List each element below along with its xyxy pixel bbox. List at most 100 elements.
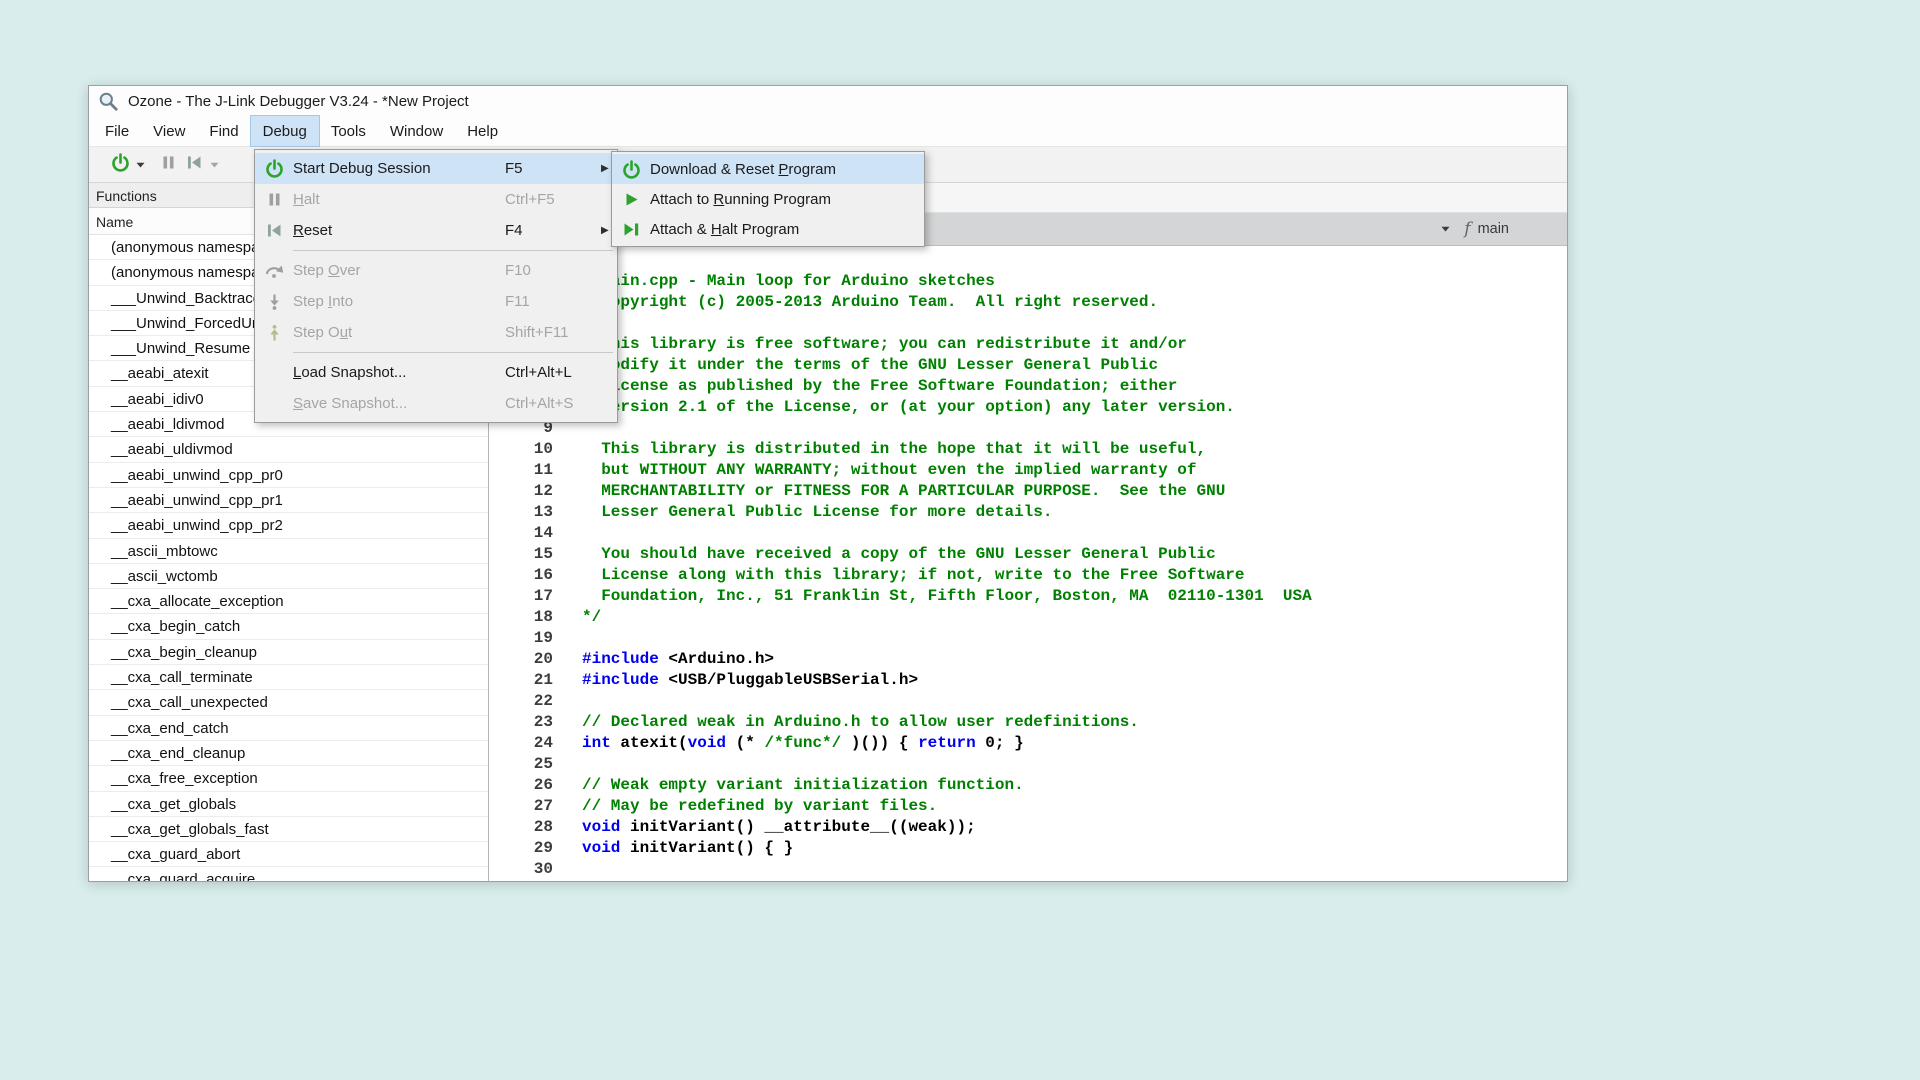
function-row[interactable]: __cxa_end_catch xyxy=(89,716,488,741)
code-line[interactable]: 12 MERCHANTABILITY or FITNESS FOR A PART… xyxy=(489,481,1567,502)
code-line[interactable]: 18*/ xyxy=(489,607,1567,628)
menubar-item-window[interactable]: Window xyxy=(378,116,455,146)
function-row[interactable]: __cxa_get_globals_fast xyxy=(89,817,488,842)
function-row[interactable]: __ascii_mbtowc xyxy=(89,539,488,564)
code-line[interactable]: 20#include <Arduino.h> xyxy=(489,649,1567,670)
line-number[interactable]: 22 xyxy=(489,691,565,712)
menubar-item-file[interactable]: File xyxy=(93,116,141,146)
line-number[interactable]: 27 xyxy=(489,796,565,817)
function-row[interactable]: __cxa_end_cleanup xyxy=(89,741,488,766)
line-number[interactable]: 29 xyxy=(489,838,565,859)
code-line[interactable]: 28void initVariant() __attribute__((weak… xyxy=(489,817,1567,838)
line-number[interactable]: 10 xyxy=(489,439,565,460)
code-line[interactable]: 4 xyxy=(489,313,1567,334)
menu-item-reset[interactable]: ResetF4▶ xyxy=(255,215,617,246)
line-number[interactable]: 17 xyxy=(489,586,565,607)
code-line[interactable]: 1/* xyxy=(489,250,1567,271)
code-line[interactable]: 13 Lesser General Public License for mor… xyxy=(489,502,1567,523)
function-row[interactable]: __cxa_free_exception xyxy=(89,766,488,791)
menu-item-attach-to-running-program[interactable]: Attach to Running Program xyxy=(612,184,924,214)
code-text: int atexit(void (* /*func*/ )()) { retur… xyxy=(565,733,1024,754)
code-line[interactable]: 15 You should have received a copy of th… xyxy=(489,544,1567,565)
menu-item-attach-halt-program[interactable]: Attach & Halt Program xyxy=(612,214,924,244)
code-line[interactable]: 5 This library is free software; you can… xyxy=(489,334,1567,355)
function-row[interactable]: __aeabi_unwind_cpp_pr0 xyxy=(89,463,488,488)
menubar-item-find[interactable]: Find xyxy=(197,116,250,146)
chevron-down-icon[interactable] xyxy=(1441,226,1450,232)
code-line[interactable]: 7 License as published by the Free Softw… xyxy=(489,376,1567,397)
function-row[interactable]: __cxa_call_unexpected xyxy=(89,690,488,715)
code-line[interactable]: 26// Weak empty variant initialization f… xyxy=(489,775,1567,796)
function-row[interactable]: __cxa_guard_acquire xyxy=(89,867,488,881)
function-row[interactable]: __cxa_guard_abort xyxy=(89,842,488,867)
chevron-down-icon[interactable] xyxy=(207,152,222,178)
menu-item-download-reset-program[interactable]: Download & Reset Program xyxy=(612,154,924,184)
function-row[interactable]: __ascii_wctomb xyxy=(89,564,488,589)
function-row[interactable]: __cxa_begin_catch xyxy=(89,614,488,639)
line-number[interactable]: 14 xyxy=(489,523,565,544)
line-number[interactable]: 25 xyxy=(489,754,565,775)
line-number[interactable]: 13 xyxy=(489,502,565,523)
code-line[interactable]: 10 This library is distributed in the ho… xyxy=(489,439,1567,460)
menu-item-step-into[interactable]: Step IntoF11 xyxy=(255,286,617,317)
menu-item-label: Start Debug Session xyxy=(293,160,505,177)
code-line[interactable]: 9 xyxy=(489,418,1567,439)
menu-item-label: Save Snapshot... xyxy=(293,395,505,412)
function-row[interactable]: __cxa_call_terminate xyxy=(89,665,488,690)
code-text: version 2.1 of the License, or (at your … xyxy=(565,397,1235,418)
menubar-item-help[interactable]: Help xyxy=(455,116,510,146)
line-number[interactable]: 21 xyxy=(489,670,565,691)
code-line[interactable]: 25 xyxy=(489,754,1567,775)
reset-button[interactable] xyxy=(181,152,207,178)
code-line[interactable]: 30 xyxy=(489,859,1567,880)
code-line[interactable]: 14 xyxy=(489,523,1567,544)
line-number[interactable]: 18 xyxy=(489,607,565,628)
line-number[interactable]: 12 xyxy=(489,481,565,502)
menubar-item-view[interactable]: View xyxy=(141,116,197,146)
line-number[interactable]: 28 xyxy=(489,817,565,838)
code-line[interactable]: 29void initVariant() { } xyxy=(489,838,1567,859)
code-line[interactable]: 8 version 2.1 of the License, or (at you… xyxy=(489,397,1567,418)
code-line[interactable]: 6 modify it under the terms of the GNU L… xyxy=(489,355,1567,376)
line-number[interactable]: 15 xyxy=(489,544,565,565)
code-line[interactable]: 2 main.cpp - Main loop for Arduino sketc… xyxy=(489,271,1567,292)
line-number[interactable]: 11 xyxy=(489,460,565,481)
line-number[interactable]: 16 xyxy=(489,565,565,586)
code-line[interactable]: 11 but WITHOUT ANY WARRANTY; without eve… xyxy=(489,460,1567,481)
function-row[interactable]: __aeabi_unwind_cpp_pr1 xyxy=(89,488,488,513)
line-number[interactable]: 19 xyxy=(489,628,565,649)
pause-button[interactable] xyxy=(155,152,181,178)
menu-item-load-snapshot[interactable]: Load Snapshot...Ctrl+Alt+L xyxy=(255,357,617,388)
code-line[interactable]: 17 Foundation, Inc., 51 Franklin St, Fif… xyxy=(489,586,1567,607)
code-text xyxy=(565,754,582,775)
code-line[interactable]: 27// May be redefined by variant files. xyxy=(489,796,1567,817)
menu-item-step-over[interactable]: Step OverF10 xyxy=(255,255,617,286)
code-line[interactable]: 16 License along with this library; if n… xyxy=(489,565,1567,586)
code-line[interactable]: 24int atexit(void (* /*func*/ )()) { ret… xyxy=(489,733,1567,754)
menu-item-start-debug-session[interactable]: Start Debug SessionF5▶ xyxy=(255,153,617,184)
code-line[interactable]: 3 Copyright (c) 2005-2013 Arduino Team. … xyxy=(489,292,1567,313)
menu-item-save-snapshot[interactable]: Save Snapshot...Ctrl+Alt+S xyxy=(255,388,617,419)
line-number[interactable]: 23 xyxy=(489,712,565,733)
line-number[interactable]: 26 xyxy=(489,775,565,796)
line-number[interactable]: 24 xyxy=(489,733,565,754)
code-text: You should have received a copy of the G… xyxy=(565,544,1216,565)
function-row[interactable]: __cxa_get_globals xyxy=(89,792,488,817)
menu-item-step-out[interactable]: Step OutShift+F11 xyxy=(255,317,617,348)
code-line[interactable]: 19 xyxy=(489,628,1567,649)
function-row[interactable]: __aeabi_uldivmod xyxy=(89,437,488,462)
function-row[interactable]: __aeabi_unwind_cpp_pr2 xyxy=(89,513,488,538)
code-line[interactable]: 22 xyxy=(489,691,1567,712)
chevron-down-icon[interactable] xyxy=(133,152,148,178)
function-row[interactable]: __cxa_begin_cleanup xyxy=(89,640,488,665)
function-row[interactable]: __cxa_allocate_exception xyxy=(89,589,488,614)
line-number[interactable]: 20 xyxy=(489,649,565,670)
code-line[interactable]: 21#include <USB/PluggableUSBSerial.h> xyxy=(489,670,1567,691)
code-line[interactable]: 23// Declared weak in Arduino.h to allow… xyxy=(489,712,1567,733)
function-selector[interactable]: f main xyxy=(1464,219,1509,239)
power-button[interactable] xyxy=(107,152,133,178)
menubar-item-debug[interactable]: Debug xyxy=(251,116,319,146)
line-number[interactable]: 30 xyxy=(489,859,565,880)
menubar-item-tools[interactable]: Tools xyxy=(319,116,378,146)
menu-item-halt[interactable]: HaltCtrl+F5 xyxy=(255,184,617,215)
